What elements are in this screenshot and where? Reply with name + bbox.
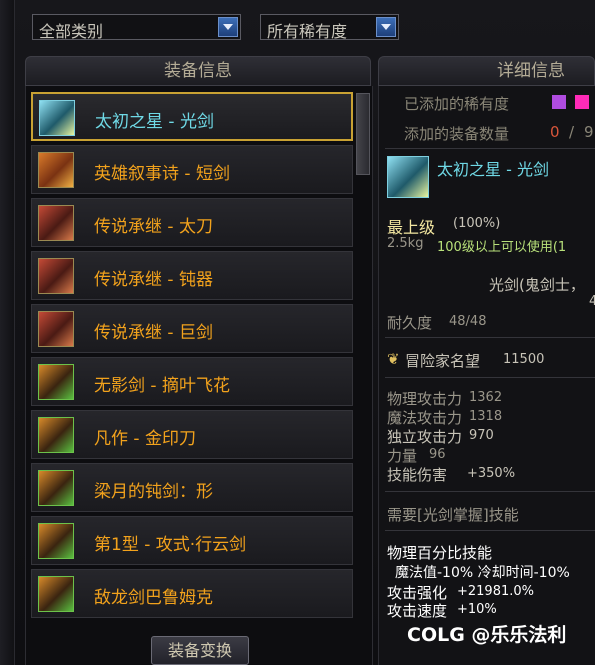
greatsword-icon: [38, 311, 74, 347]
weight: 2.5kg: [387, 236, 424, 251]
atk-speed-value: +10%: [457, 602, 497, 617]
panel-title: 详细信息: [497, 61, 565, 81]
list-item[interactable]: 无影剑 - 摘叶飞花: [31, 357, 353, 406]
added-count-label: 添加的装备数量: [404, 125, 510, 143]
list-item[interactable]: 传说承继 - 太刀: [31, 198, 353, 247]
stat-label: 物理攻击力: [387, 390, 463, 408]
category-filter-dropdown[interactable]: 全部类别: [32, 14, 241, 41]
added-count-total: 9: [584, 123, 594, 141]
atk-speed-label: 攻击速度: [387, 602, 448, 620]
blade-icon: [38, 417, 74, 453]
detail-panel: 已添加的稀有度 添加的装备数量 0 / 9 太初之星 - 光剑 最上级 (100…: [378, 86, 595, 665]
list-item[interactable]: 太初之星 - 光剑: [31, 92, 353, 141]
divider: [385, 491, 595, 492]
chevron-down-icon[interactable]: [218, 17, 238, 37]
dragon-sword-icon: [38, 576, 74, 612]
item-name: 无影剑 - 摘叶飞花: [94, 376, 230, 396]
detail-item-name: 太初之星 - 光剑: [437, 160, 549, 179]
added-count-value: 0: [550, 123, 560, 141]
list-item[interactable]: 敌龙剑巴鲁姆克: [31, 569, 353, 618]
rarity-swatch[interactable]: [575, 95, 589, 109]
skill-requirement: 需要[光剑掌握]技能: [387, 506, 519, 524]
detail-info-header: 详细信息: [378, 56, 595, 86]
divider: [385, 148, 595, 149]
rarity-swatch[interactable]: [552, 95, 566, 109]
stat-value: 1318: [469, 409, 503, 424]
stat-value: 970: [469, 428, 494, 443]
panel-title: 装备信息: [164, 61, 232, 81]
equipment-window: 全部类别 所有稀有度 装备信息 详细信息 太初之星 - 光剑 英雄叙事诗 - 短…: [0, 0, 595, 665]
added-rarity-label: 已添加的稀有度: [404, 95, 510, 113]
stat-label: 技能伤害: [387, 466, 448, 484]
list-item[interactable]: 传说承继 - 巨剑: [31, 304, 353, 353]
blunt-weapon-icon: [38, 258, 74, 294]
item-name: 英雄叙事诗 - 短剑: [94, 164, 230, 184]
item-name: 敌龙剑巴鲁姆克: [94, 588, 213, 608]
watermark: COLG @乐乐法利: [407, 624, 567, 646]
item-name: 太初之星 - 光剑: [95, 112, 214, 132]
katana-icon: [38, 205, 74, 241]
rarity-filter-dropdown[interactable]: 所有稀有度: [260, 14, 399, 41]
stat-label: 力量: [387, 447, 418, 465]
mp-cooldown-line: 魔法值-10% 冷却时间-10%: [395, 565, 570, 581]
item-name: 梁月的钝剑：形: [94, 482, 213, 502]
grade-percent: (100%): [453, 216, 501, 231]
equipment-swap-button[interactable]: 装备变换: [151, 636, 249, 665]
fame-icon: ❦: [387, 350, 400, 368]
blunt-sword-icon: [38, 470, 74, 506]
durability-label: 耐久度: [387, 314, 433, 332]
durability-value: 48/48: [449, 314, 487, 329]
item-name: 传说承继 - 钝器: [94, 270, 213, 290]
lightsaber-icon: [387, 156, 429, 198]
equipment-list: 太初之星 - 光剑 英雄叙事诗 - 短剑 传说承继 - 太刀 传说承继 - 钝器…: [25, 86, 373, 665]
stat-value: +350%: [467, 466, 516, 481]
list-item[interactable]: 凡作 - 金印刀: [31, 410, 353, 459]
item-name: 第1型 - 攻式·行云剑: [94, 535, 247, 555]
sword-icon: [38, 364, 74, 400]
item-name: 传说承继 - 太刀: [94, 217, 213, 237]
window-edge: [0, 0, 15, 665]
lightsaber-icon: [39, 100, 75, 136]
equipment-info-header: 装备信息: [25, 56, 371, 86]
rarity-filter-value: 所有稀有度: [267, 22, 348, 41]
item-name: 传说承继 - 巨剑: [94, 323, 213, 343]
skill-type: 物理百分比技能: [387, 544, 493, 562]
weapon-type-extra: 4: [589, 294, 595, 309]
stat-value: 96: [429, 447, 446, 462]
stat-label: 独立攻击力: [387, 428, 463, 446]
added-count-sep: /: [569, 123, 575, 141]
list-scrollbar[interactable]: [356, 93, 370, 175]
sword-icon: [38, 523, 74, 559]
list-item[interactable]: 第1型 - 攻式·行云剑: [31, 516, 353, 565]
category-filter-value: 全部类别: [39, 22, 104, 41]
adventure-fame-value: 11500: [503, 352, 545, 367]
divider: [385, 337, 595, 338]
divider: [385, 377, 595, 378]
stat-label: 魔法攻击力: [387, 409, 463, 427]
list-item[interactable]: 梁月的钝剑：形: [31, 463, 353, 512]
grade-label: 最上级: [387, 218, 436, 237]
level-requirement: 100级以上可以使用(1: [437, 240, 567, 255]
atk-boost-value: +21981.0%: [457, 584, 535, 599]
list-item[interactable]: 英雄叙事诗 - 短剑: [31, 145, 353, 194]
weapon-type: 光剑(鬼剑士，: [489, 276, 585, 294]
adventure-fame-label: 冒险家名望: [405, 352, 481, 370]
list-item[interactable]: 传说承继 - 钝器: [31, 251, 353, 300]
short-sword-icon: [38, 152, 74, 188]
stat-value: 1362: [469, 390, 503, 405]
chevron-down-icon[interactable]: [376, 17, 396, 37]
divider: [385, 530, 595, 531]
item-name: 凡作 - 金印刀: [94, 429, 196, 449]
